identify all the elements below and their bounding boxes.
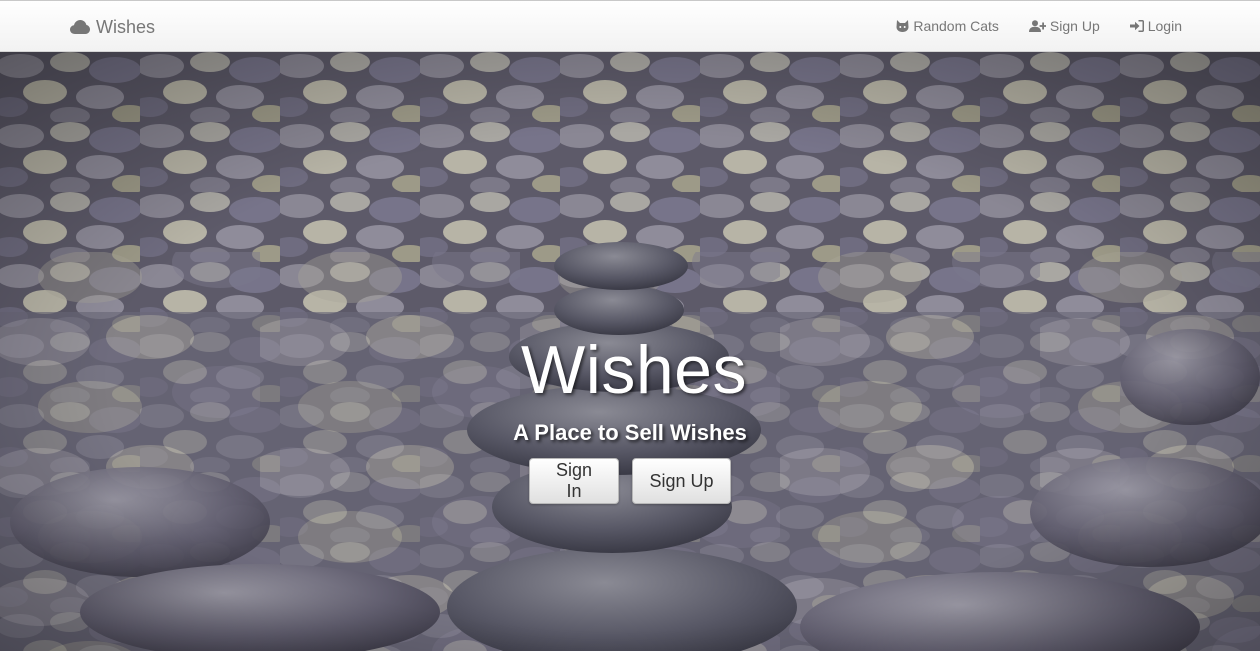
hero-title: Wishes [521,332,747,408]
nav-link-sign-up[interactable]: Sign Up [1028,18,1100,34]
nav-link-label: Random Cats [913,18,999,34]
nav-link-random-cats[interactable]: Random Cats [896,18,999,34]
nav-link-login[interactable]: Login [1129,18,1182,34]
user-plus-icon [1028,20,1046,32]
sign-up-button[interactable]: Sign Up [632,458,731,504]
cat-icon [896,20,909,32]
brand-link[interactable]: Wishes [70,16,155,38]
nav-link-label: Sign Up [1049,18,1100,34]
cloud-icon [70,20,90,34]
hero-buttons: Sign In Sign Up [0,458,1260,504]
brand-label: Wishes [96,16,156,37]
navbar: Wishes Random Cats Sign Up Login [0,0,1260,52]
nav-link-label: Login [1147,18,1182,34]
nav-links: Random Cats Sign Up Login [896,18,1182,34]
hero-subtitle: A Place to Sell Wishes [513,420,747,445]
sign-in-icon [1129,20,1144,32]
sign-in-button[interactable]: Sign In [529,458,619,504]
hero-section: Wishes A Place to Sell Wishes Sign In Si… [0,52,1260,651]
hero-content: Wishes A Place to Sell Wishes Sign In Si… [0,330,1260,504]
